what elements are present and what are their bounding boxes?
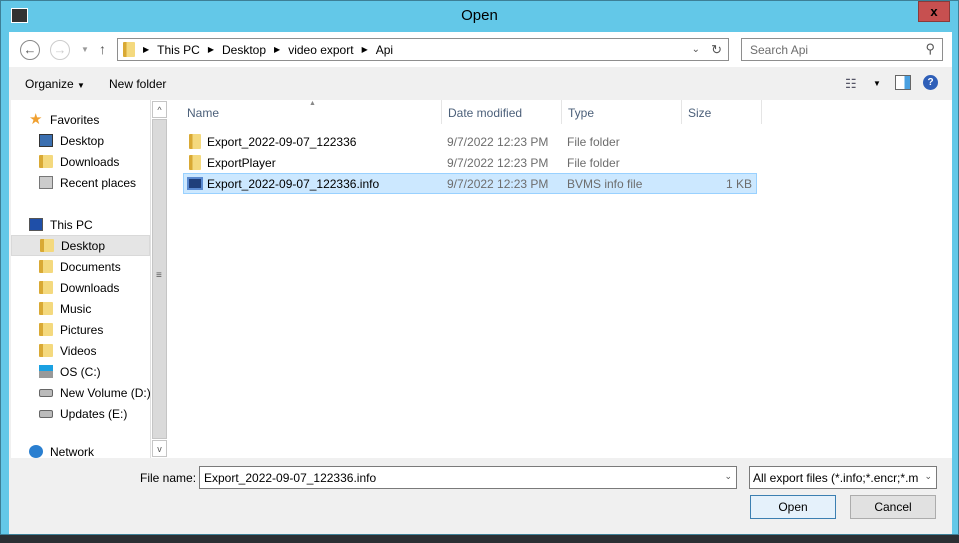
sidebar-this-pc[interactable]: This PC (29, 214, 168, 235)
search-icon: ⚲ (925, 41, 935, 56)
folder-icon (123, 42, 135, 57)
title-bar: Open x (1, 1, 958, 32)
open-dialog: Open x ← → ▼ ↑ ▶ This PC ▶ Desktop ▶ video … (0, 0, 959, 535)
file-type-dropdown-icon[interactable]: ⌄ (921, 471, 932, 482)
downloads-icon (39, 155, 53, 168)
file-name-dropdown-icon[interactable]: ⌄ (724, 471, 732, 482)
bottom-panel: File name: Export_2022-09-07_122336.info… (9, 458, 952, 534)
video-file-icon (187, 177, 203, 190)
breadcrumb-this-pc[interactable]: This PC (157, 43, 200, 57)
close-button[interactable]: x (918, 1, 950, 22)
navigation-bar: ← → ▼ ↑ ▶ This PC ▶ Desktop ▶ video export … (9, 32, 952, 67)
file-row[interactable]: Export_2022-09-07_122336 9/7/2022 12:23 P… (183, 131, 757, 152)
column-name[interactable]: Name (181, 100, 442, 124)
breadcrumb-api[interactable]: Api (376, 43, 393, 57)
address-dropdown-icon[interactable]: ⌄ (692, 44, 700, 55)
network-icon (29, 445, 43, 458)
scroll-up-button[interactable]: ^ (152, 101, 167, 118)
organize-button[interactable]: Organize ▼ (25, 77, 85, 91)
open-button[interactable]: Open (750, 495, 836, 519)
scroll-down-button[interactable]: v (152, 440, 167, 457)
pictures-icon (39, 323, 53, 336)
up-button[interactable]: ↑ (99, 41, 106, 57)
forward-button[interactable]: → (50, 40, 70, 60)
desktop-icon (39, 134, 53, 147)
folder-icon (189, 134, 201, 149)
sidebar-desktop[interactable]: Desktop (11, 235, 150, 256)
music-icon (39, 302, 53, 315)
help-icon[interactable]: ? (923, 75, 938, 90)
window-title: Open (461, 7, 498, 24)
navigation-scrollbar[interactable]: ^ ≡ v (150, 100, 167, 458)
drive-icon (39, 365, 53, 378)
navigation-pane: ★ Favorites Desktop Downloads Recent plac… (11, 100, 151, 458)
new-folder-button[interactable]: New folder (109, 77, 166, 91)
breadcrumb-desktop[interactable]: Desktop (222, 43, 266, 57)
file-row[interactable]: ExportPlayer 9/7/2022 12:23 PM File folder (183, 152, 757, 173)
view-options-icon[interactable]: ☷ (845, 76, 857, 92)
scroll-thumb[interactable]: ≡ (152, 119, 167, 439)
drive-icon (39, 388, 53, 397)
folder-icon (189, 155, 201, 170)
refresh-icon[interactable]: ↻ (711, 42, 722, 58)
file-type-select[interactable]: All export files (*.info;*.encr;*.m ⌄ (749, 466, 937, 489)
column-type[interactable]: Type (562, 100, 682, 124)
column-date-modified[interactable]: Date modified (442, 100, 562, 124)
toolbar: Organize ▼ New folder ☷ ▼ ? (9, 67, 952, 100)
search-input[interactable]: Search Api ⚲ (741, 38, 943, 61)
drive-icon (39, 409, 53, 418)
view-dropdown-icon[interactable]: ▼ (873, 79, 881, 88)
cancel-button[interactable]: Cancel (850, 495, 936, 519)
star-icon: ★ (29, 111, 43, 128)
recent-locations-dropdown[interactable]: ▼ (81, 45, 89, 54)
desktop-folder-icon (40, 239, 54, 252)
computer-icon (29, 218, 43, 231)
back-button[interactable]: ← (20, 40, 40, 60)
file-name-label: File name: (140, 471, 197, 485)
address-bar[interactable]: ▶ This PC ▶ Desktop ▶ video export ▶ Api ⌄ ↻ (117, 38, 729, 61)
file-row-selected[interactable]: Export_2022-09-07_122336.info 9/7/2022 12… (183, 173, 757, 194)
preview-pane-icon[interactable] (895, 75, 911, 90)
file-list: ▲ Name Date modified Type Size Export_20… (167, 100, 952, 458)
file-name-input[interactable]: Export_2022-09-07_122336.info ⌄ (199, 466, 737, 489)
documents-icon (39, 260, 53, 273)
sidebar-favorites[interactable]: ★ Favorites (29, 109, 168, 130)
downloads-icon (39, 281, 53, 294)
search-placeholder: Search Api (750, 43, 809, 57)
column-size[interactable]: Size (682, 100, 762, 124)
videos-icon (39, 344, 53, 357)
recent-places-icon (39, 176, 53, 189)
sidebar-network[interactable]: Network (29, 445, 168, 458)
breadcrumb-video-export[interactable]: video export (288, 43, 353, 57)
